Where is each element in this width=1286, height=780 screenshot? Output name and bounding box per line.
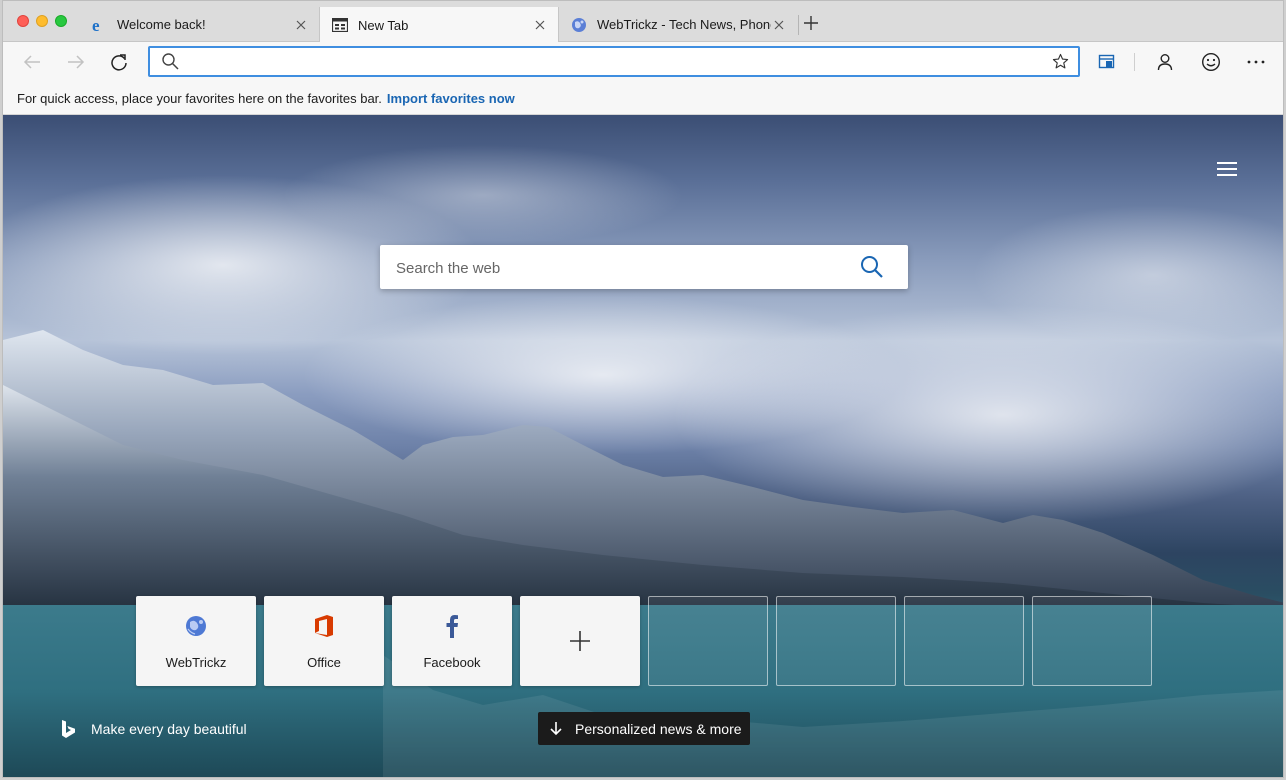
hamburger-line — [1217, 168, 1237, 170]
zoom-window-button[interactable] — [55, 15, 67, 27]
hamburger-line — [1217, 162, 1237, 164]
plus-icon — [804, 16, 818, 30]
ellipsis-icon — [1247, 60, 1265, 64]
empty-top-site-slot — [776, 596, 896, 686]
minimize-window-button[interactable] — [36, 15, 48, 27]
tab-title: New Tab — [358, 17, 409, 33]
image-tagline: Make every day beautiful — [91, 721, 247, 737]
personalized-news-button[interactable]: Personalized news & more — [538, 712, 750, 745]
tab-welcome-back[interactable]: e Welcome back! — [79, 7, 319, 42]
edge-logo-icon: e — [91, 17, 107, 33]
profile-button[interactable] — [1153, 50, 1177, 74]
collections-button[interactable] — [1095, 50, 1119, 74]
office-logo-icon — [312, 614, 336, 638]
address-input[interactable] — [190, 52, 1040, 72]
empty-top-site-slot — [648, 596, 768, 686]
new-tab-page: WebTrickz Office Facebook Make every day… — [3, 115, 1283, 777]
navigation-toolbar — [3, 42, 1283, 82]
favorites-bar: For quick access, place your favorites h… — [3, 82, 1283, 115]
add-top-site-tile[interactable] — [520, 596, 640, 686]
collections-icon — [1098, 54, 1115, 69]
tab-new-tab[interactable]: New Tab — [319, 7, 559, 43]
web-search-input[interactable] — [396, 257, 836, 279]
bing-image-info[interactable]: Make every day beautiful — [61, 719, 247, 739]
smiley-icon — [1201, 52, 1221, 72]
more-options-button[interactable] — [1244, 50, 1268, 74]
top-site-label: Facebook — [423, 655, 481, 670]
empty-top-site-slot — [904, 596, 1024, 686]
tab-divider — [798, 15, 799, 35]
back-arrow-icon — [23, 55, 40, 69]
news-button-label: Personalized news & more — [575, 720, 742, 737]
close-tab-icon[interactable] — [771, 17, 787, 33]
search-icon[interactable] — [860, 255, 886, 281]
refresh-icon — [111, 54, 127, 71]
svg-text:e: e — [92, 17, 100, 33]
address-bar[interactable] — [148, 46, 1080, 77]
close-window-button[interactable] — [17, 15, 29, 27]
globe-icon — [184, 614, 208, 638]
arrow-down-icon — [548, 721, 564, 736]
empty-top-site-slot — [1032, 596, 1152, 686]
search-icon — [162, 53, 179, 75]
tab-webtrickz[interactable]: WebTrickz - Tech News, Phone — [559, 7, 797, 42]
forward-button[interactable] — [64, 50, 88, 74]
facebook-logo-icon — [440, 614, 464, 638]
bing-logo-icon — [62, 720, 75, 738]
top-site-label: Office — [307, 655, 341, 670]
tab-strip: e Welcome back! New Tab WebTrickz - Tech… — [3, 1, 1283, 43]
new-tab-button[interactable] — [801, 13, 821, 33]
webtrickz-globe-icon — [571, 17, 587, 33]
top-site-tile-office[interactable]: Office — [264, 596, 384, 686]
close-tab-icon[interactable] — [532, 17, 548, 33]
tab-title: WebTrickz - Tech News, Phone — [597, 17, 771, 32]
plus-icon — [570, 631, 590, 651]
hamburger-line — [1217, 174, 1237, 176]
add-favorite-star-icon[interactable] — [1052, 53, 1069, 75]
person-icon — [1157, 54, 1173, 71]
new-tab-page-icon — [332, 17, 348, 33]
web-search-box[interactable] — [380, 245, 908, 289]
import-favorites-link[interactable]: Import favorites now — [387, 91, 515, 106]
favorites-bar-message: For quick access, place your favorites h… — [17, 90, 382, 106]
top-site-label: WebTrickz — [165, 655, 227, 670]
back-button[interactable] — [20, 50, 44, 74]
page-settings-menu-button[interactable] — [1215, 159, 1239, 179]
refresh-button[interactable] — [107, 50, 131, 74]
browser-window: e Welcome back! New Tab WebTrickz - Tech… — [2, 0, 1284, 778]
top-site-tile-webtrickz[interactable]: WebTrickz — [136, 596, 256, 686]
close-tab-icon[interactable] — [293, 17, 309, 33]
toolbar-divider — [1134, 53, 1135, 71]
feedback-button[interactable] — [1199, 50, 1223, 74]
forward-arrow-icon — [68, 55, 85, 69]
tab-title: Welcome back! — [117, 17, 206, 32]
top-site-tile-facebook[interactable]: Facebook — [392, 596, 512, 686]
